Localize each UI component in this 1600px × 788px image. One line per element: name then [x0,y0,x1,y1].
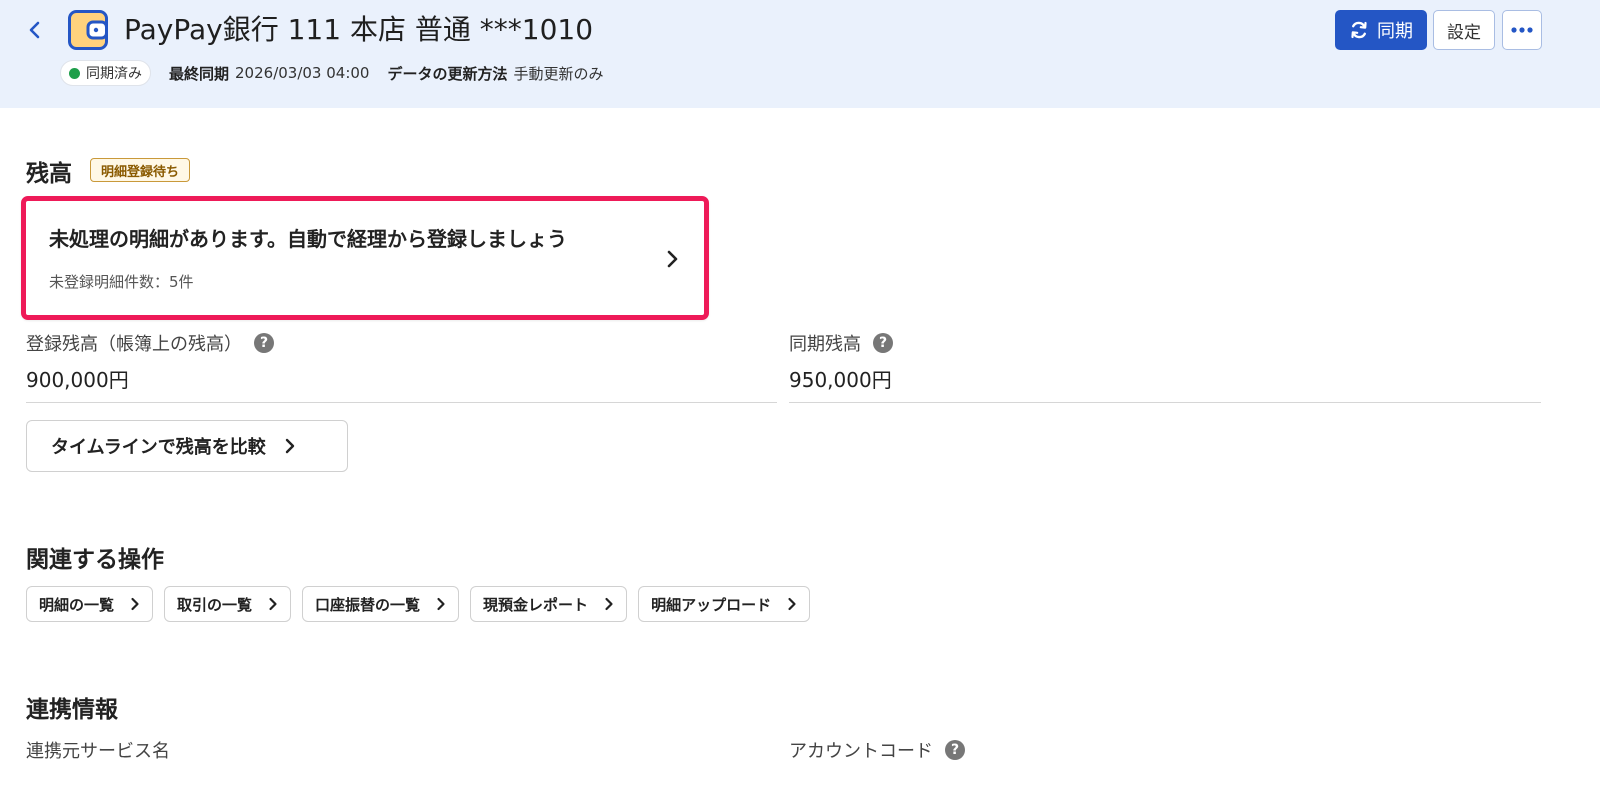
update-method-label: データの更新方法 [387,64,508,83]
service-name-label: 連携元サービス名 [26,737,170,763]
more-options-button[interactable] [1502,10,1542,50]
registered-balance-label-text: 登録残高（帳簿上の残高） [26,334,242,355]
synced-balance-label: 同期残高 ? [789,330,893,356]
chevron-right-icon [667,250,678,268]
status-dot-icon [69,67,80,79]
chevron-left-icon [29,21,40,39]
more-horizontal-icon [1511,27,1533,33]
settings-button[interactable]: 設定 [1433,10,1495,50]
op-account-transfers-list[interactable]: 口座振替の一覧 [302,586,460,622]
synced-balance-value: 950,000円 [789,368,892,392]
wallet-icon [68,10,108,50]
alert-subtitle: 未登録明細件数：5件 [49,273,194,291]
update-method-value: 手動更新のみ [513,64,604,83]
settings-button-label: 設定 [1447,22,1481,43]
link-info-title: 連携情報 [26,697,118,723]
compare-timeline-label: タイムラインで残高を比較 [51,437,266,458]
sync-status-badge: 同期済み [60,60,151,86]
compare-timeline-button[interactable]: タイムラインで残高を比較 [26,420,348,472]
sync-button[interactable]: 同期 [1335,10,1427,50]
account-code-label: アカウントコード ? [789,737,965,763]
pending-registration-badge: 明細登録待ち [90,158,191,182]
op-cash-deposit-report[interactable]: 現預金レポート [470,586,628,622]
op-label: 口座振替の一覧 [315,595,421,614]
synced-balance-label-text: 同期残高 [789,334,861,355]
divider [26,402,777,403]
op-label: 取引の一覧 [177,595,253,614]
last-sync-label: 最終同期 [169,64,230,83]
balance-section-title: 残高 [26,161,72,187]
sync-status-text: 同期済み [86,66,142,82]
back-button[interactable] [22,14,48,46]
sync-meta-row: 同期済み 最終同期 2026/03/03 04:00 データの更新方法 手動更新… [60,60,622,86]
registered-balance-value: 900,000円 [26,368,129,392]
sync-button-label: 同期 [1377,21,1413,42]
unprocessed-statements-card[interactable]: 未処理の明細があります。自動で経理から登録しましょう 未登録明細件数：5件 [21,196,709,320]
chevron-right-icon [269,597,277,611]
op-label: 現預金レポート [483,595,589,614]
op-label: 明細の一覧 [39,595,115,614]
help-icon[interactable]: ? [873,333,893,353]
op-statements-list[interactable]: 明細の一覧 [26,586,154,622]
chevron-right-icon [285,438,294,454]
service-name-label-text: 連携元サービス名 [26,741,170,762]
page-title: PayPay銀行 111 本店 普通 ***1010 [124,13,594,46]
help-icon[interactable]: ? [254,333,274,353]
op-statement-upload[interactable]: 明細アップロード [638,586,811,622]
op-label: 明細アップロード [651,595,772,614]
chevron-right-icon [788,597,796,611]
chevron-right-icon [131,597,139,611]
last-sync-value: 2026/03/03 04:00 [235,64,370,82]
related-ops-row: 明細の一覧 取引の一覧 口座振替の一覧 現預金レポート 明細アップロード [26,586,821,622]
op-transactions-list[interactable]: 取引の一覧 [164,586,292,622]
related-ops-title: 関連する操作 [26,547,164,573]
help-icon[interactable]: ? [945,740,965,760]
refresh-icon [1351,21,1367,39]
account-header: PayPay銀行 111 本店 普通 ***1010 同期済み 最終同期 202… [0,0,1600,108]
chevron-right-icon [437,597,445,611]
registered-balance-label: 登録残高（帳簿上の残高） ? [26,330,274,356]
alert-title: 未処理の明細があります。自動で経理から登録しましょう [49,227,567,251]
chevron-right-icon [605,597,613,611]
divider [789,402,1541,403]
account-code-label-text: アカウントコード [789,741,933,762]
